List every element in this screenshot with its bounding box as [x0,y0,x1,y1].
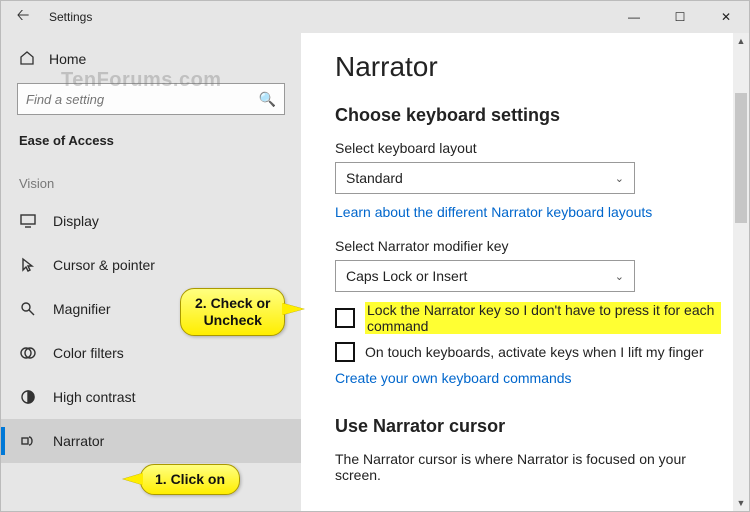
main-content: Narrator Choose keyboard settings Select… [301,33,749,511]
narrator-icon [19,433,37,449]
scroll-thumb[interactable] [735,93,747,223]
learn-layouts-link[interactable]: Learn about the different Narrator keybo… [335,204,721,220]
sidebar-item-label: Narrator [53,433,104,449]
modifier-key-label: Select Narrator modifier key [335,238,721,254]
home-nav[interactable]: Home [1,41,301,77]
modifier-key-dropdown[interactable]: Caps Lock or Insert ⌄ [335,260,635,292]
cursor-icon [19,257,37,273]
lock-narrator-key-row[interactable]: Lock the Narrator key so I don't have to… [335,302,721,334]
sidebar-item-label: Cursor & pointer [53,257,155,273]
sidebar-item-narrator[interactable]: Narrator [1,419,301,463]
search-icon: 🔍 [259,91,276,108]
keyboard-layout-label: Select keyboard layout [335,140,721,156]
sidebar-item-label: High contrast [53,389,135,405]
window-title: Settings [45,10,92,24]
home-icon [19,50,35,69]
sidebar-item-label: Display [53,213,99,229]
dropdown-value: Standard [346,170,403,186]
sidebar-item-color-filters[interactable]: Color filters [1,331,301,375]
chevron-down-icon: ⌄ [615,270,624,283]
callout-text: 1. Click on [155,471,225,487]
close-button[interactable]: ✕ [703,1,749,33]
sidebar: TenForums.com Home 🔍 Ease of Access Visi… [1,33,301,511]
sidebar-item-display[interactable]: Display [1,199,301,243]
sidebar-item-cursor[interactable]: Cursor & pointer [1,243,301,287]
magnifier-icon [19,301,37,317]
search-box[interactable]: 🔍 [17,83,285,115]
chevron-down-icon: ⌄ [615,172,624,185]
minimize-button[interactable]: — [611,1,657,33]
touch-keyboard-row[interactable]: On touch keyboards, activate keys when I… [335,342,721,362]
sidebar-item-label: Magnifier [53,301,111,317]
lock-narrator-key-label: Lock the Narrator key so I don't have to… [365,302,721,334]
keyboard-layout-dropdown[interactable]: Standard ⌄ [335,162,635,194]
high-contrast-icon [19,389,37,405]
callout-text: Uncheck [204,312,262,328]
section-cursor-heading: Use Narrator cursor [335,416,721,437]
color-filters-icon [19,345,37,361]
sidebar-item-high-contrast[interactable]: High contrast [1,375,301,419]
touch-keyboard-label: On touch keyboards, activate keys when I… [365,344,704,360]
group-vision: Vision [1,162,301,199]
cursor-body-text: The Narrator cursor is where Narrator is… [335,451,721,483]
annotation-callout-1: 1. Click on [140,464,240,495]
vertical-scrollbar[interactable]: ▲ ▼ [733,33,749,511]
create-commands-link[interactable]: Create your own keyboard commands [335,370,721,386]
scroll-down-icon[interactable]: ▼ [733,495,749,511]
callout-text: 2. Check or [195,295,270,311]
scroll-up-icon[interactable]: ▲ [733,33,749,49]
back-button[interactable]: 🡠 [1,4,45,31]
titlebar: 🡠 Settings — ☐ ✕ [1,1,749,33]
category-heading: Ease of Access [1,127,301,162]
annotation-callout-2: 2. Check or Uncheck [180,288,285,336]
sidebar-item-label: Color filters [53,345,124,361]
home-label: Home [49,51,86,67]
page-title: Narrator [335,51,721,83]
lock-narrator-key-checkbox[interactable] [335,308,355,328]
maximize-button[interactable]: ☐ [657,1,703,33]
section-keyboard-heading: Choose keyboard settings [335,105,721,126]
search-input[interactable] [26,92,259,107]
dropdown-value: Caps Lock or Insert [346,268,467,284]
settings-window: 🡠 Settings — ☐ ✕ TenForums.com Home 🔍 Ea… [0,0,750,512]
display-icon [19,213,37,229]
touch-keyboard-checkbox[interactable] [335,342,355,362]
